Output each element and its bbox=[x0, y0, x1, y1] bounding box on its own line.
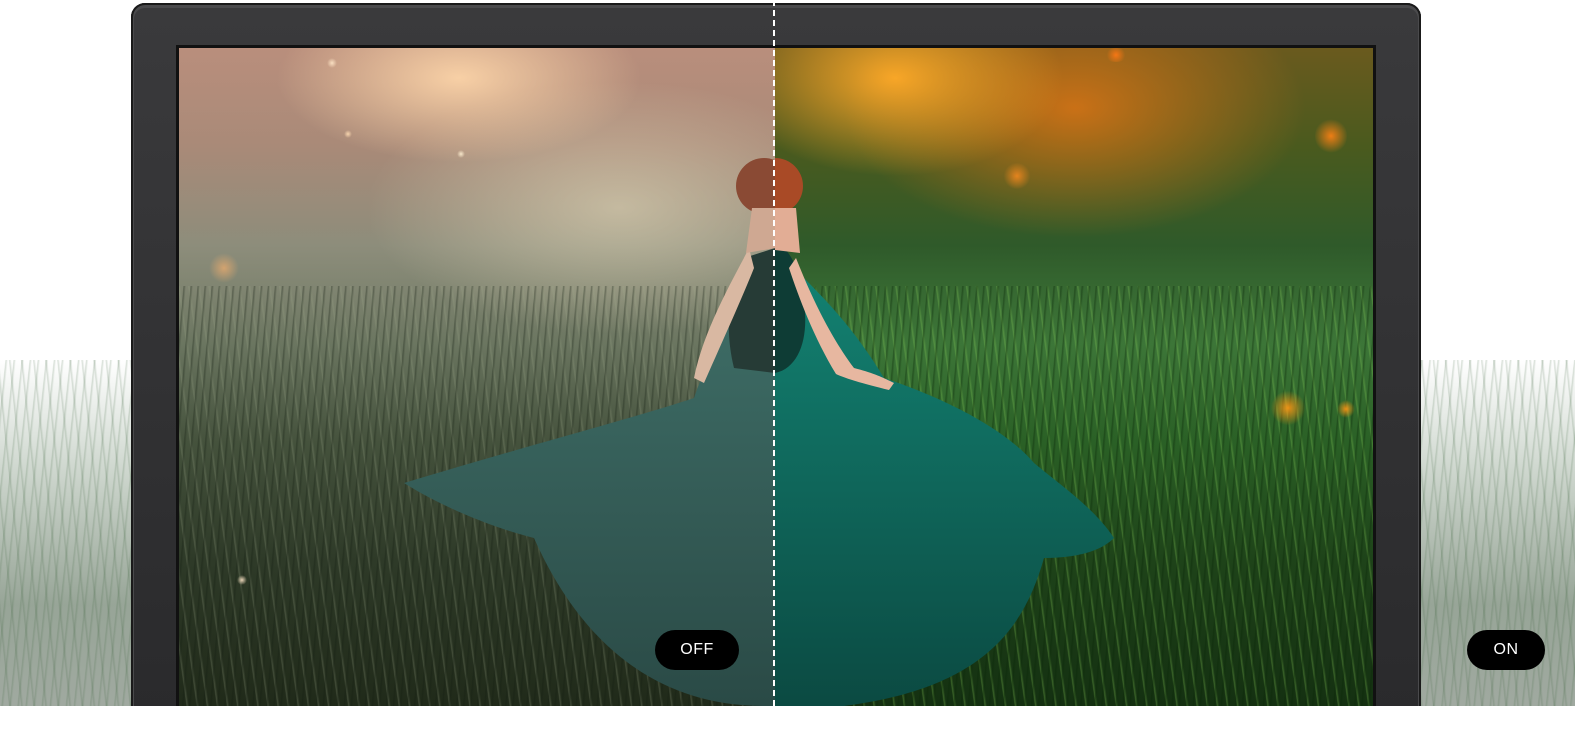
bokeh-light bbox=[1271, 390, 1305, 426]
off-label-badge: OFF bbox=[655, 630, 739, 670]
bokeh-light bbox=[457, 150, 465, 158]
bokeh-light bbox=[237, 575, 247, 585]
on-label-badge: ON bbox=[1467, 630, 1545, 670]
screen-half-off bbox=[179, 48, 775, 706]
bokeh-light bbox=[1315, 118, 1347, 154]
screen-half-on bbox=[775, 48, 1373, 706]
bottom-white-strip bbox=[0, 706, 1575, 733]
monitor-screen bbox=[179, 48, 1373, 706]
grass-on bbox=[775, 286, 1373, 706]
bokeh-light bbox=[209, 253, 239, 283]
bokeh-light bbox=[1337, 400, 1355, 418]
comparison-stage: OFF ON bbox=[0, 0, 1575, 733]
bokeh-light bbox=[1105, 48, 1127, 62]
on-label-text: ON bbox=[1493, 641, 1519, 658]
comparison-divider-line[interactable] bbox=[773, 0, 775, 706]
bokeh-light bbox=[344, 130, 352, 138]
bokeh-light bbox=[1003, 163, 1031, 189]
off-label-text: OFF bbox=[680, 641, 714, 658]
bokeh-light bbox=[327, 58, 337, 68]
